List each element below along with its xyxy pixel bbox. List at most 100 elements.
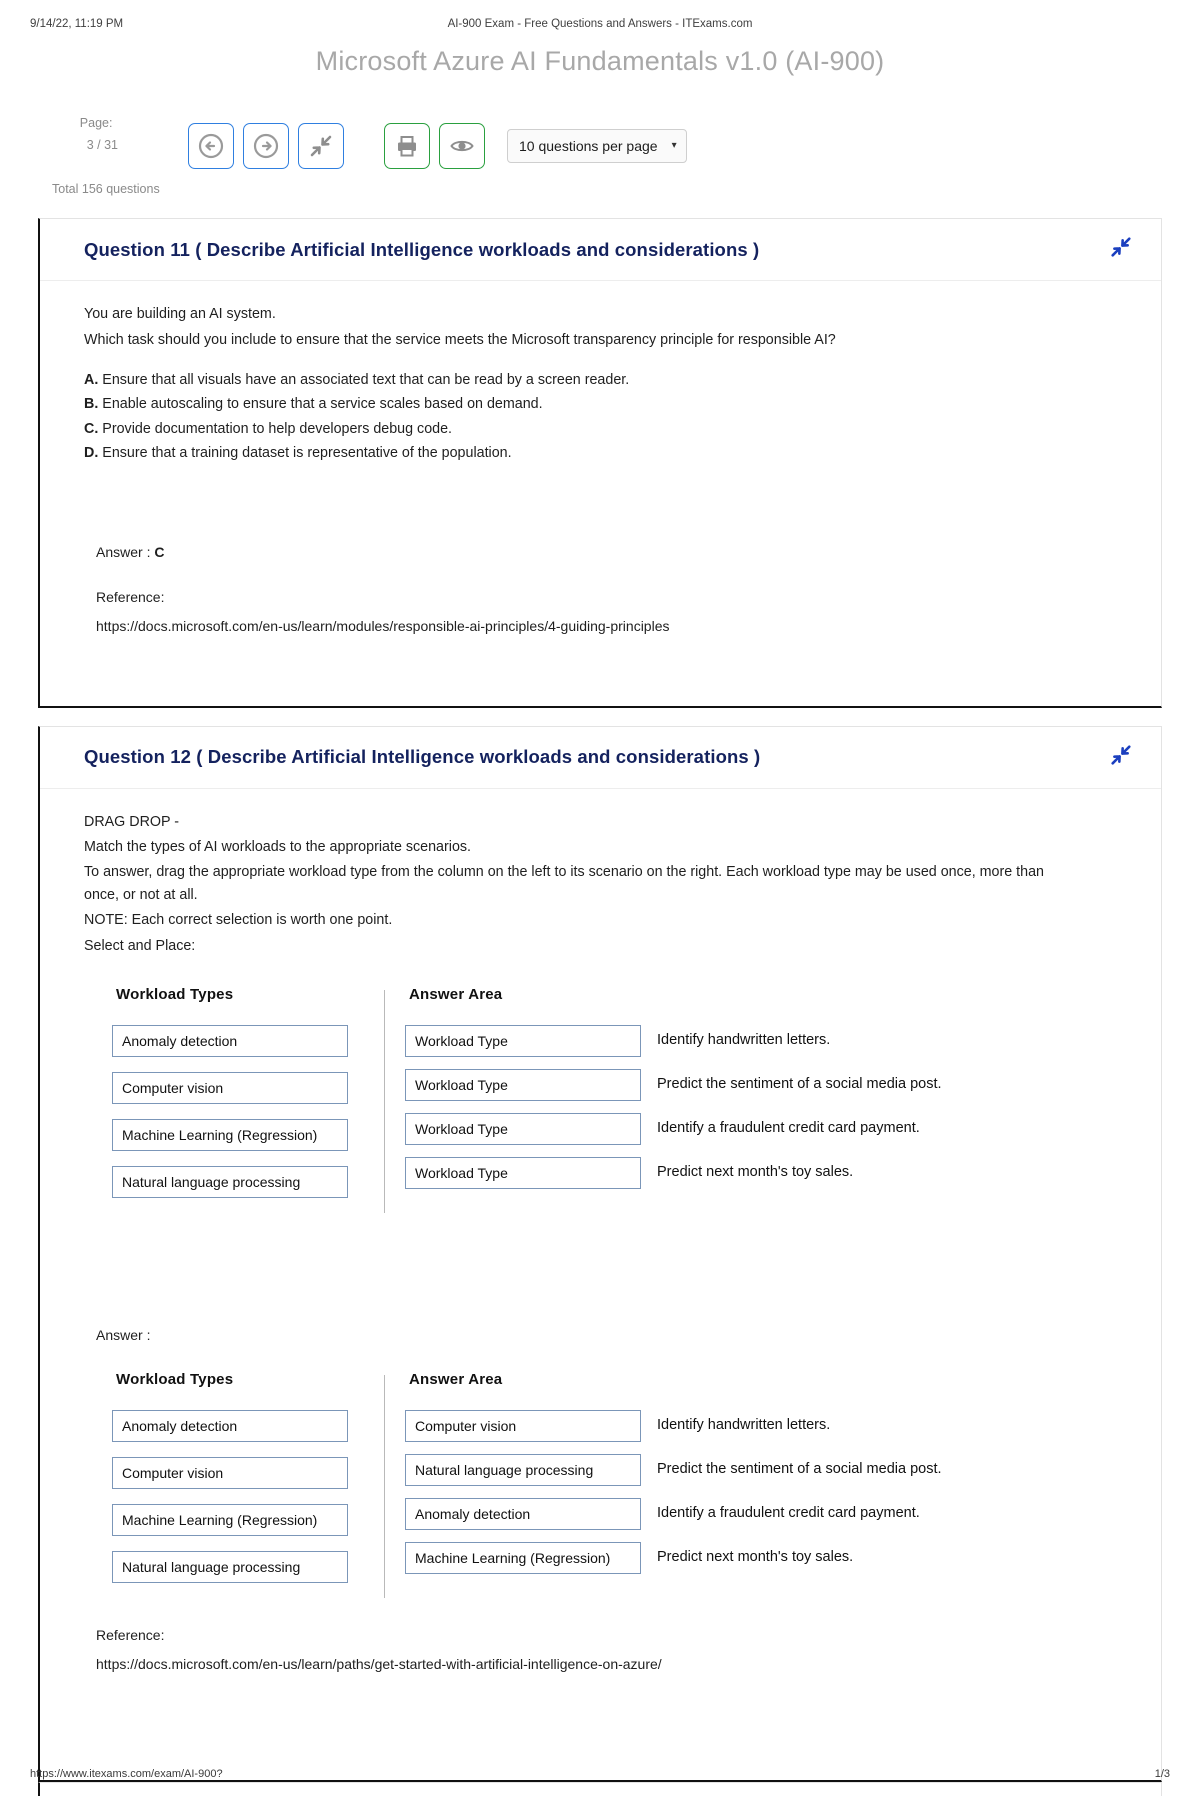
scenario-text: Identify a fraudulent credit card paymen…	[657, 1505, 920, 1522]
question-line: NOTE: Each correct selection is worth on…	[84, 912, 393, 929]
column-divider	[384, 989, 385, 1213]
pager-info: Page: 3 / 31 Total 156 questions	[52, 91, 182, 200]
print-date: 9/14/22, 11:19 PM	[30, 18, 124, 30]
choice-letter: B.	[84, 396, 99, 413]
answer-area-row: Workload Type Identify handwritten lette…	[405, 1024, 1139, 1057]
answer-value: C	[154, 544, 165, 560]
answer-line: Answer : C	[84, 544, 1139, 560]
question-line: Which task should you include to ensure …	[84, 331, 836, 348]
next-page-button[interactable]	[243, 122, 289, 169]
question-line: Select and Place:	[84, 937, 196, 954]
answer-choice[interactable]: D. Ensure that a training dataset is rep…	[84, 441, 1139, 466]
question-statement: You are building an AI system. Which tas…	[84, 303, 1139, 351]
answer-choices: A. Ensure that all visuals have an assoc…	[84, 368, 1139, 466]
scenario-text: Identify a fraudulent credit card paymen…	[657, 1120, 920, 1137]
answer-area-row: Workload Type Identify a fraudulent cred…	[405, 1112, 1139, 1145]
dragdrop-question-diagram: Workload Types Anomaly detection Compute…	[112, 986, 1139, 1213]
scenario-text: Predict the sentiment of a social media …	[657, 1461, 942, 1478]
answer-area-row: Workload Type Predict next month's toy s…	[405, 1156, 1139, 1189]
printer-icon	[394, 133, 420, 159]
scenario-text: Identify handwritten letters.	[657, 1032, 831, 1049]
answer-area-row: Machine Learning (Regression) Predict ne…	[405, 1541, 1139, 1574]
question-card: Question 11 ( Describe Artificial Intell…	[38, 218, 1162, 708]
arrow-right-circle-icon	[252, 132, 280, 160]
answer-label: Answer :	[96, 544, 151, 560]
workload-type-item[interactable]: Anomaly detection	[112, 1409, 348, 1442]
drop-slot[interactable]: Workload Type	[405, 1156, 641, 1189]
workload-type-item[interactable]: Natural language processing	[112, 1550, 348, 1583]
drop-slot[interactable]: Workload Type	[405, 1024, 641, 1057]
print-footer: https://www.itexams.com/exam/AI-900? 1/3	[0, 1768, 1200, 1780]
questions-per-page-select[interactable]: 10 questions per page ▾	[507, 128, 687, 163]
answer-area-header: Answer Area	[409, 1370, 503, 1388]
question-header: Question 11 ( Describe Artificial Intell…	[40, 219, 1161, 282]
filled-slot[interactable]: Computer vision	[405, 1409, 641, 1442]
workload-type-item[interactable]: Computer vision	[112, 1071, 348, 1104]
column-divider	[384, 1374, 385, 1598]
answer-choice[interactable]: C. Provide documentation to help develop…	[84, 417, 1139, 442]
reference-label: Reference:	[96, 1626, 165, 1643]
drop-slot[interactable]: Workload Type	[405, 1112, 641, 1145]
arrow-left-circle-icon	[197, 132, 225, 160]
workload-type-item[interactable]: Anomaly detection	[112, 1024, 348, 1057]
answer-choice[interactable]: B. Enable autoscaling to ensure that a s…	[84, 392, 1139, 417]
filled-slot[interactable]: Anomaly detection	[405, 1497, 641, 1530]
answer-area-column: Answer Area Computer vision Identify han…	[405, 1371, 1139, 1586]
reference-url[interactable]: https://docs.microsoft.com/en-us/learn/m…	[96, 615, 1139, 637]
collapse-all-button[interactable]	[298, 122, 344, 169]
answer-area-row: Natural language processing Predict the …	[405, 1453, 1139, 1486]
exam-title: Microsoft Azure AI Fundamentals v1.0 (AI…	[315, 46, 885, 76]
choice-text: Ensure that all visuals have an associat…	[102, 371, 630, 388]
workload-type-item[interactable]: Machine Learning (Regression)	[112, 1503, 348, 1536]
answer-area-row: Computer vision Identify handwritten let…	[405, 1409, 1139, 1442]
footer-url: https://www.itexams.com/exam/AI-900?	[30, 1767, 223, 1780]
workload-type-item[interactable]: Computer vision	[112, 1456, 348, 1489]
print-header: 9/14/22, 11:19 PM AI-900 Exam - Free Que…	[0, 0, 1200, 30]
drop-slot[interactable]: Workload Type	[405, 1068, 641, 1101]
question-body: You are building an AI system. Which tas…	[40, 281, 1161, 705]
print-page: 9/14/22, 11:19 PM AI-900 Exam - Free Que…	[0, 0, 1200, 1796]
choice-letter: D.	[84, 445, 99, 462]
choice-text: Provide documentation to help developers…	[102, 420, 453, 437]
scenario-text: Predict next month's toy sales.	[657, 1549, 854, 1566]
reference-url[interactable]: https://docs.microsoft.com/en-us/learn/p…	[96, 1653, 1139, 1675]
footer-page-number: 1/3	[1154, 1767, 1170, 1780]
collapse-arrows-icon	[1109, 745, 1133, 771]
page-indicator: Page: 3 / 31	[52, 91, 182, 179]
total-questions-label: Total 156 questions	[52, 181, 160, 196]
eye-icon	[449, 133, 475, 159]
answer-area-row: Workload Type Predict the sentiment of a…	[405, 1068, 1139, 1101]
question-header: Question 12 ( Describe Artificial Intell…	[40, 727, 1161, 789]
previous-page-button[interactable]	[188, 122, 234, 169]
question-body: DRAG DROP - Match the types of AI worklo…	[40, 789, 1161, 1780]
toolbar-buttons	[188, 122, 485, 169]
filled-slot[interactable]: Natural language processing	[405, 1453, 641, 1486]
filled-slot[interactable]: Machine Learning (Regression)	[405, 1541, 641, 1574]
answer-label: Answer :	[96, 1326, 151, 1343]
next-question-card-edge	[38, 1781, 1162, 1796]
scenario-text: Predict next month's toy sales.	[657, 1164, 854, 1181]
page-label: Page:	[79, 115, 113, 130]
choice-text: Ensure that a training dataset is repres…	[102, 445, 512, 462]
workload-types-header: Workload Types	[116, 1370, 234, 1388]
reference-block: Reference: https://docs.microsoft.com/en…	[84, 1624, 1139, 1676]
print-button[interactable]	[384, 122, 430, 169]
choice-text: Enable autoscaling to ensure that a serv…	[102, 396, 543, 413]
question-title: Question 12 ( Describe Artificial Intell…	[84, 746, 761, 768]
workload-types-column: Workload Types Anomaly detection Compute…	[112, 986, 380, 1213]
workload-type-item[interactable]: Machine Learning (Regression)	[112, 1118, 348, 1151]
scenario-text: Predict the sentiment of a social media …	[657, 1076, 942, 1093]
answer-choice[interactable]: A. Ensure that all visuals have an assoc…	[84, 368, 1139, 393]
questions-per-page-value: 10 questions per page	[519, 137, 658, 154]
print-page-title: AI-900 Exam - Free Questions and Answers…	[447, 18, 753, 30]
page-value: 3 / 31	[86, 137, 119, 152]
workload-type-item[interactable]: Natural language processing	[112, 1165, 348, 1198]
collapse-question-button[interactable]	[1109, 743, 1139, 772]
choice-letter: A.	[84, 371, 99, 388]
workload-types-column: Workload Types Anomaly detection Compute…	[112, 1371, 380, 1598]
collapse-question-button[interactable]	[1109, 235, 1139, 264]
collapse-arrows-icon	[1109, 237, 1133, 263]
preview-button[interactable]	[439, 122, 485, 169]
chevron-down-icon: ▾	[671, 140, 677, 152]
question-line: To answer, drag the appropriate workload…	[84, 864, 1045, 904]
